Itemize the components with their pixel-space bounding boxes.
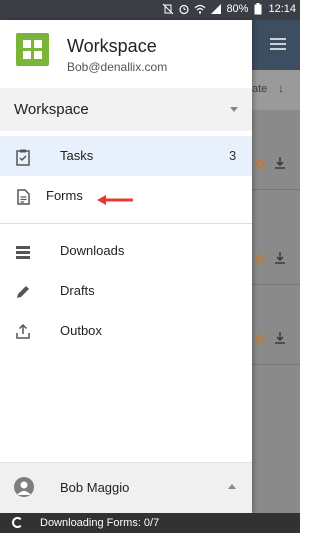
nav-item-label: Outbox	[60, 323, 102, 338]
workspace-selector-label: Workspace	[14, 101, 89, 118]
nav-item-tasks[interactable]: Tasks 3	[0, 136, 252, 176]
tasks-count-badge: 3	[229, 148, 237, 163]
download-status-text: Downloading Forms: 0/7	[40, 517, 160, 529]
clipboard-check-icon	[16, 149, 30, 166]
nav-item-downloads[interactable]: Downloads	[0, 231, 252, 271]
pencil-icon	[17, 286, 29, 298]
nav-item-label: Forms	[46, 188, 83, 203]
app-title: Workspace	[67, 36, 157, 56]
background-task-card	[252, 315, 300, 365]
signal-icon	[210, 3, 222, 15]
vibrate-mute-icon	[162, 3, 174, 15]
background-toolbar	[252, 20, 300, 70]
background-sort-bar: ate ↓	[252, 70, 300, 110]
background-task-card	[252, 140, 300, 190]
priority-diamond-icon	[254, 158, 266, 170]
background-task-card	[252, 235, 300, 285]
background-app-scrim[interactable]: ate ↓	[252, 20, 300, 513]
person-avatar-icon	[14, 477, 34, 497]
account-switcher[interactable]: Bob Maggio	[0, 462, 252, 513]
workspace-logo-icon	[16, 33, 49, 66]
workspace-selector[interactable]: Workspace	[0, 88, 252, 131]
nav-item-drafts[interactable]: Drafts	[0, 271, 252, 311]
chevron-up-icon	[228, 484, 236, 489]
wifi-icon	[194, 3, 206, 15]
list-icon	[16, 246, 30, 259]
annotation-arrow-icon	[97, 195, 133, 205]
nav-item-label: Drafts	[60, 283, 95, 298]
sort-arrow-icon: ↓	[278, 81, 284, 95]
nav-item-outbox[interactable]: Outbox	[0, 311, 252, 351]
nav-item-label: Downloads	[60, 243, 125, 258]
alarm-icon	[178, 3, 190, 15]
drawer-header: Workspace Bob@denallix.com	[0, 20, 252, 88]
divider	[0, 223, 252, 224]
download-status-snackbar: Downloading Forms: 0/7	[0, 513, 300, 533]
account-email: Bob@denallix.com	[67, 60, 168, 74]
upload-icon	[16, 323, 30, 339]
loading-spinner-icon	[12, 517, 23, 528]
battery-icon	[252, 3, 264, 15]
download-icon	[275, 332, 285, 344]
nav-item-label: Tasks	[60, 148, 94, 163]
form-document-icon	[17, 189, 30, 205]
download-icon	[275, 252, 285, 264]
sort-label: ate	[252, 83, 268, 95]
priority-diamond-icon	[254, 333, 266, 345]
clock: 12:14	[268, 3, 296, 15]
dropdown-caret-icon	[230, 107, 238, 112]
user-name: Bob Maggio	[60, 480, 130, 495]
navigation-drawer: Workspace Bob@denallix.com Workspace Tas…	[0, 20, 252, 513]
download-icon	[275, 157, 285, 169]
priority-diamond-icon	[254, 253, 266, 265]
battery-percent: 80%	[226, 3, 249, 15]
status-bar: 80% 12:14	[0, 0, 300, 20]
filter-menu-icon	[270, 38, 286, 40]
